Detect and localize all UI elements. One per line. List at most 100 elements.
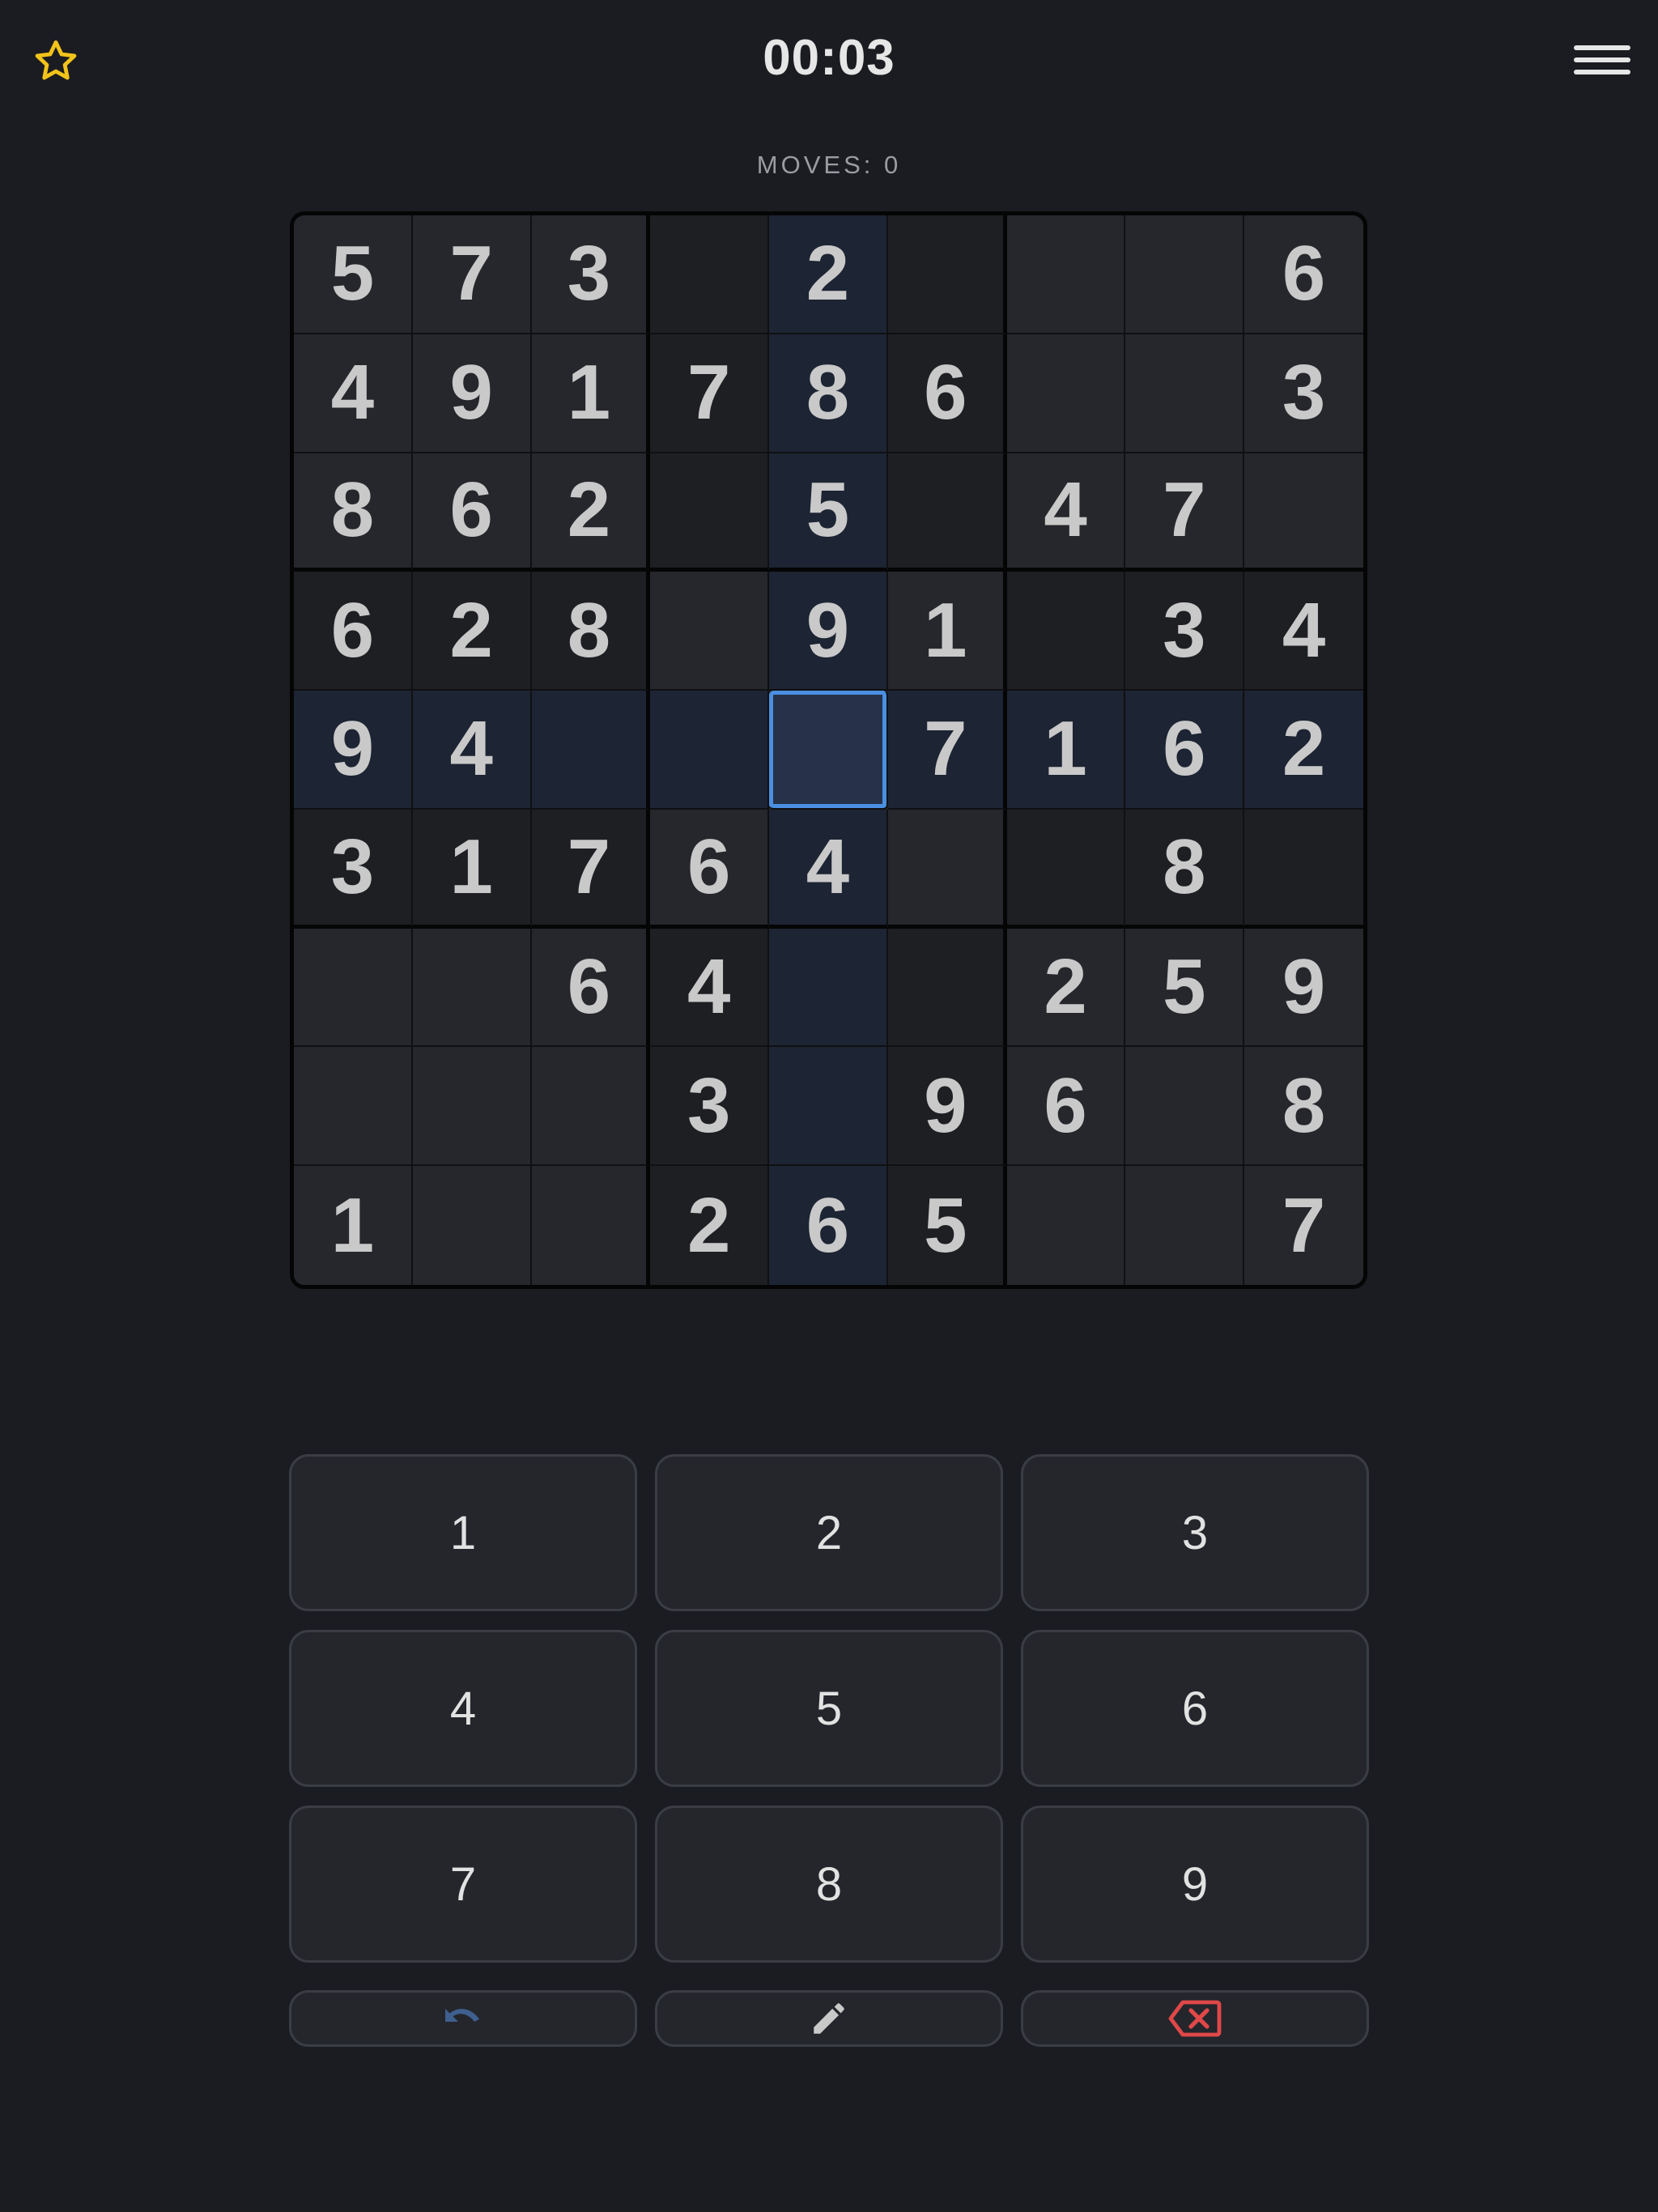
sudoku-cell-r9c9[interactable]: 7 (1244, 1166, 1363, 1285)
sudoku-cell-r6c5[interactable]: 4 (769, 809, 888, 929)
sudoku-cell-r7c1[interactable] (294, 928, 413, 1048)
sudoku-cell-r3c2[interactable]: 6 (412, 453, 532, 572)
sudoku-cell-r2c4[interactable]: 7 (650, 334, 770, 453)
sudoku-cell-r1c6[interactable] (887, 215, 1007, 334)
sudoku-cell-r3c3[interactable]: 2 (531, 453, 651, 572)
sudoku-cell-r9c2[interactable] (412, 1166, 532, 1285)
sudoku-cell-r5c2[interactable]: 4 (412, 691, 532, 810)
sudoku-cell-r8c7[interactable]: 6 (1006, 1047, 1126, 1167)
number-key-8[interactable]: 8 (655, 1806, 1003, 1963)
number-key-5[interactable]: 5 (655, 1630, 1003, 1787)
sudoku-cell-r6c8[interactable]: 8 (1125, 809, 1245, 929)
sudoku-cell-r8c8[interactable] (1125, 1047, 1245, 1167)
sudoku-cell-r4c5[interactable]: 9 (769, 572, 888, 691)
sudoku-cell-r2c5[interactable]: 8 (769, 334, 888, 453)
sudoku-cell-r5c6[interactable]: 7 (887, 691, 1007, 810)
erase-button[interactable] (1021, 1990, 1369, 2047)
sudoku-cell-r9c5[interactable]: 6 (769, 1166, 888, 1285)
sudoku-cell-r6c4[interactable]: 6 (650, 809, 770, 929)
sudoku-cell-r3c9[interactable] (1244, 453, 1363, 572)
sudoku-cell-r7c5[interactable] (769, 928, 888, 1048)
sudoku-cell-r9c3[interactable] (531, 1166, 651, 1285)
sudoku-cell-r6c9[interactable] (1244, 809, 1363, 929)
sudoku-cell-r4c2[interactable]: 2 (412, 572, 532, 691)
menu-button[interactable] (1574, 36, 1630, 84)
sudoku-cell-r3c6[interactable] (887, 453, 1007, 572)
sudoku-cell-r9c7[interactable] (1006, 1166, 1126, 1285)
sudoku-cell-r8c5[interactable] (769, 1047, 888, 1167)
sudoku-cell-r4c9[interactable]: 4 (1244, 572, 1363, 691)
sudoku-cell-r1c3[interactable]: 3 (531, 215, 651, 334)
sudoku-cell-r2c7[interactable] (1006, 334, 1126, 453)
sudoku-cell-r7c7[interactable]: 2 (1006, 928, 1126, 1048)
sudoku-board: 5732649178638625476289134947162317648642… (290, 211, 1367, 1289)
sudoku-cell-r1c8[interactable] (1125, 215, 1245, 334)
number-key-1[interactable]: 1 (289, 1454, 637, 1611)
sudoku-cell-r5c4[interactable] (650, 691, 770, 810)
pencil-button[interactable] (655, 1990, 1003, 2047)
sudoku-cell-r1c9[interactable]: 6 (1244, 215, 1363, 334)
moves-counter: MOVES: 0 (756, 151, 902, 179)
sudoku-cell-r3c7[interactable]: 4 (1006, 453, 1126, 572)
number-key-4[interactable]: 4 (289, 1630, 637, 1787)
sudoku-cell-r2c8[interactable] (1125, 334, 1245, 453)
sudoku-cell-r2c3[interactable]: 1 (531, 334, 651, 453)
sudoku-cell-r5c1[interactable]: 9 (294, 691, 413, 810)
sudoku-cell-r8c6[interactable]: 9 (887, 1047, 1007, 1167)
sudoku-cell-r4c7[interactable] (1006, 572, 1126, 691)
sudoku-cell-r1c4[interactable] (650, 215, 770, 334)
sudoku-cell-r8c3[interactable] (531, 1047, 651, 1167)
sudoku-cell-r4c8[interactable]: 3 (1125, 572, 1245, 691)
sudoku-cell-r1c7[interactable] (1006, 215, 1126, 334)
sudoku-cell-r1c2[interactable]: 7 (412, 215, 532, 334)
sudoku-cell-r9c8[interactable] (1125, 1166, 1245, 1285)
sudoku-cell-r5c9[interactable]: 2 (1244, 691, 1363, 810)
sudoku-cell-r5c3[interactable] (531, 691, 651, 810)
sudoku-cell-r1c1[interactable]: 5 (294, 215, 413, 334)
sudoku-cell-r8c1[interactable] (294, 1047, 413, 1167)
undo-button[interactable] (289, 1990, 637, 2047)
sudoku-cell-r4c1[interactable]: 6 (294, 572, 413, 691)
sudoku-cell-r7c8[interactable]: 5 (1125, 928, 1245, 1048)
sudoku-cell-r7c4[interactable]: 4 (650, 928, 770, 1048)
tool-bar (289, 1990, 1369, 2047)
sudoku-cell-r2c1[interactable]: 4 (294, 334, 413, 453)
sudoku-cell-r7c6[interactable] (887, 928, 1007, 1048)
sudoku-cell-r8c4[interactable]: 3 (650, 1047, 770, 1167)
sudoku-cell-r9c4[interactable]: 2 (650, 1166, 770, 1285)
backspace-erase-icon (1168, 2000, 1222, 2037)
sudoku-cell-r5c7[interactable]: 1 (1006, 691, 1126, 810)
sudoku-cell-r7c3[interactable]: 6 (531, 928, 651, 1048)
sudoku-cell-r5c8[interactable]: 6 (1125, 691, 1245, 810)
sudoku-cell-r4c3[interactable]: 8 (531, 572, 651, 691)
sudoku-cell-r3c1[interactable]: 8 (294, 453, 413, 572)
sudoku-cell-r9c6[interactable]: 5 (887, 1166, 1007, 1285)
sudoku-cell-r7c9[interactable]: 9 (1244, 928, 1363, 1048)
sudoku-cell-r8c9[interactable]: 8 (1244, 1047, 1363, 1167)
sudoku-cell-r6c6[interactable] (887, 809, 1007, 929)
sudoku-app: 00:03 MOVES: 0 5732649178638625476289134… (0, 0, 1658, 2212)
sudoku-cell-r4c4[interactable] (650, 572, 770, 691)
sudoku-cell-r5c5[interactable] (769, 691, 888, 810)
sudoku-cell-r2c9[interactable]: 3 (1244, 334, 1363, 453)
sudoku-cell-r9c1[interactable]: 1 (294, 1166, 413, 1285)
number-key-6[interactable]: 6 (1021, 1630, 1369, 1787)
sudoku-cell-r8c2[interactable] (412, 1047, 532, 1167)
number-key-3[interactable]: 3 (1021, 1454, 1369, 1611)
sudoku-cell-r6c7[interactable] (1006, 809, 1126, 929)
sudoku-cell-r6c3[interactable]: 7 (531, 809, 651, 929)
sudoku-cell-r3c4[interactable] (650, 453, 770, 572)
sudoku-cell-r3c8[interactable]: 7 (1125, 453, 1245, 572)
number-key-7[interactable]: 7 (289, 1806, 637, 1963)
sudoku-cell-r2c2[interactable]: 9 (412, 334, 532, 453)
sudoku-cell-r4c6[interactable]: 1 (887, 572, 1007, 691)
number-key-9[interactable]: 9 (1021, 1806, 1369, 1963)
sudoku-cell-r6c1[interactable]: 3 (294, 809, 413, 929)
sudoku-cell-r2c6[interactable]: 6 (887, 334, 1007, 453)
hamburger-menu-icon (1574, 45, 1630, 50)
number-key-2[interactable]: 2 (655, 1454, 1003, 1611)
sudoku-cell-r7c2[interactable] (412, 928, 532, 1048)
sudoku-cell-r6c2[interactable]: 1 (412, 809, 532, 929)
sudoku-cell-r3c5[interactable]: 5 (769, 453, 888, 572)
sudoku-cell-r1c5[interactable]: 2 (769, 215, 888, 334)
